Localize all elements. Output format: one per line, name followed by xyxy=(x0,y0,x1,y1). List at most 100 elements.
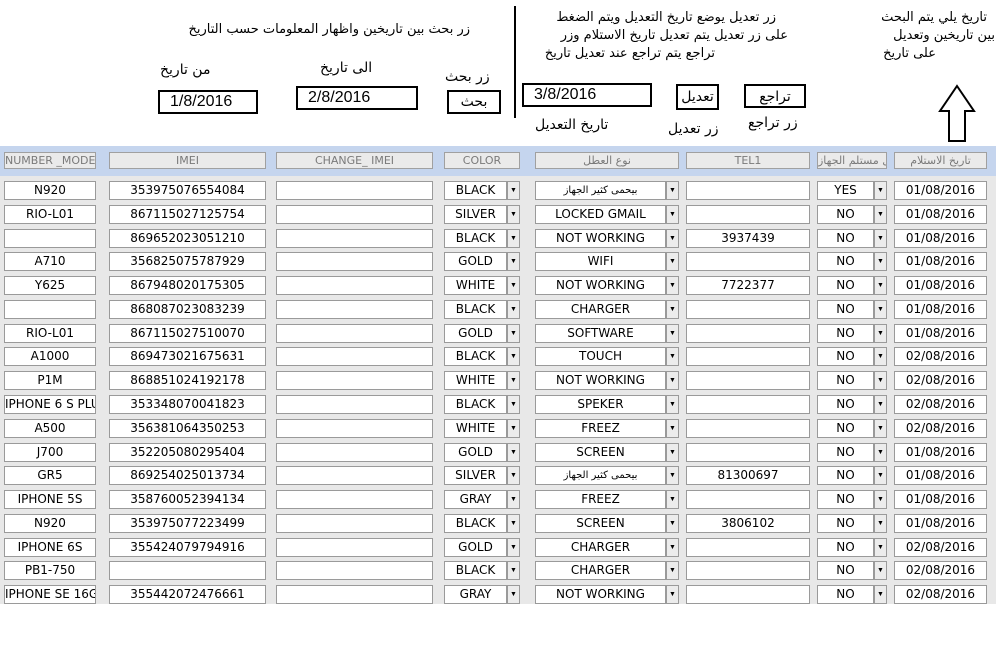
model-cell[interactable]: PB1-750 xyxy=(4,561,96,580)
model-cell[interactable]: IPHONE 5S xyxy=(4,490,96,509)
chevron-down-icon[interactable]: ▼ xyxy=(874,538,887,557)
fault-select[interactable]: SPEKER xyxy=(535,395,666,414)
received-select[interactable]: NO xyxy=(817,252,874,271)
received-select[interactable]: NO xyxy=(817,585,874,604)
from-date-input[interactable]: 1/8/2016 xyxy=(158,90,258,114)
received-date-cell[interactable]: 02/08/2016 xyxy=(894,538,987,557)
imei-cell[interactable]: 867948020175305 xyxy=(109,276,266,295)
received-date-cell[interactable]: 01/08/2016 xyxy=(894,300,987,319)
tel1-cell[interactable] xyxy=(686,181,810,200)
model-cell[interactable]: A710 xyxy=(4,252,96,271)
received-select[interactable]: NO xyxy=(817,514,874,533)
tel1-cell[interactable] xyxy=(686,205,810,224)
chevron-down-icon[interactable]: ▼ xyxy=(874,490,887,509)
fault-select[interactable]: SCREEN xyxy=(535,514,666,533)
received-select[interactable]: NO xyxy=(817,443,874,462)
fault-select[interactable]: LOCKED GMAIL xyxy=(535,205,666,224)
model-cell[interactable]: J700 xyxy=(4,443,96,462)
tel1-cell[interactable] xyxy=(686,300,810,319)
color-select[interactable]: GOLD xyxy=(444,252,507,271)
color-select[interactable]: SILVER xyxy=(444,205,507,224)
change-imei-cell[interactable] xyxy=(276,585,433,604)
model-cell[interactable]: A500 xyxy=(4,419,96,438)
fault-select[interactable]: CHARGER xyxy=(535,300,666,319)
tel1-cell[interactable] xyxy=(686,419,810,438)
received-select[interactable]: NO xyxy=(817,395,874,414)
color-select[interactable]: GRAY xyxy=(444,585,507,604)
tel1-cell[interactable] xyxy=(686,371,810,390)
change-imei-cell[interactable] xyxy=(276,181,433,200)
imei-cell[interactable]: 358760052394134 xyxy=(109,490,266,509)
received-select[interactable]: NO xyxy=(817,490,874,509)
color-select[interactable]: GOLD xyxy=(444,538,507,557)
chevron-down-icon[interactable]: ▼ xyxy=(507,419,520,438)
received-date-cell[interactable]: 01/08/2016 xyxy=(894,276,987,295)
tel1-cell[interactable]: 81300697 xyxy=(686,466,810,485)
received-select[interactable]: NO xyxy=(817,205,874,224)
received-select[interactable]: NO xyxy=(817,466,874,485)
fault-select[interactable]: NOT WORKING xyxy=(535,229,666,248)
change-imei-cell[interactable] xyxy=(276,205,433,224)
chevron-down-icon[interactable]: ▼ xyxy=(874,561,887,580)
model-cell[interactable] xyxy=(4,229,96,248)
chevron-down-icon[interactable]: ▼ xyxy=(666,300,679,319)
tel1-cell[interactable]: 3937439 xyxy=(686,229,810,248)
chevron-down-icon[interactable]: ▼ xyxy=(507,585,520,604)
color-select[interactable]: BLACK xyxy=(444,561,507,580)
tel1-cell[interactable]: 3806102 xyxy=(686,514,810,533)
chevron-down-icon[interactable]: ▼ xyxy=(666,205,679,224)
received-date-cell[interactable]: 02/08/2016 xyxy=(894,371,987,390)
undo-button[interactable]: تراجع xyxy=(744,84,806,108)
fault-select[interactable]: SCREEN xyxy=(535,443,666,462)
chevron-down-icon[interactable]: ▼ xyxy=(666,371,679,390)
imei-cell[interactable]: 355442072476661 xyxy=(109,585,266,604)
received-date-cell[interactable]: 01/08/2016 xyxy=(894,514,987,533)
received-date-cell[interactable]: 02/08/2016 xyxy=(894,395,987,414)
change-imei-cell[interactable] xyxy=(276,252,433,271)
tel1-cell[interactable] xyxy=(686,347,810,366)
chevron-down-icon[interactable]: ▼ xyxy=(507,395,520,414)
change-imei-cell[interactable] xyxy=(276,561,433,580)
change-imei-cell[interactable] xyxy=(276,371,433,390)
tel1-cell[interactable] xyxy=(686,538,810,557)
color-select[interactable]: BLACK xyxy=(444,514,507,533)
fault-select[interactable]: CHARGER xyxy=(535,538,666,557)
chevron-down-icon[interactable]: ▼ xyxy=(666,181,679,200)
model-cell[interactable]: IPHONE SE 16G xyxy=(4,585,96,604)
received-select[interactable]: NO xyxy=(817,538,874,557)
model-cell[interactable]: IPHONE 6 S PLUS xyxy=(4,395,96,414)
imei-cell[interactable] xyxy=(109,561,266,580)
change-imei-cell[interactable] xyxy=(276,419,433,438)
received-select[interactable]: NO xyxy=(817,276,874,295)
tel1-cell[interactable] xyxy=(686,490,810,509)
color-select[interactable]: BLACK xyxy=(444,395,507,414)
chevron-down-icon[interactable]: ▼ xyxy=(874,419,887,438)
model-cell[interactable]: Y625 xyxy=(4,276,96,295)
imei-cell[interactable]: 868087023083239 xyxy=(109,300,266,319)
fault-select[interactable]: CHARGER xyxy=(535,561,666,580)
chevron-down-icon[interactable]: ▼ xyxy=(666,419,679,438)
color-select[interactable]: WHITE xyxy=(444,276,507,295)
chevron-down-icon[interactable]: ▼ xyxy=(507,514,520,533)
chevron-down-icon[interactable]: ▼ xyxy=(507,205,520,224)
received-date-cell[interactable]: 01/08/2016 xyxy=(894,324,987,343)
chevron-down-icon[interactable]: ▼ xyxy=(874,443,887,462)
chevron-down-icon[interactable]: ▼ xyxy=(666,490,679,509)
chevron-down-icon[interactable]: ▼ xyxy=(666,276,679,295)
color-select[interactable]: SILVER xyxy=(444,466,507,485)
imei-cell[interactable]: 352205080295404 xyxy=(109,443,266,462)
imei-cell[interactable]: 356381064350253 xyxy=(109,419,266,438)
received-date-cell[interactable]: 01/08/2016 xyxy=(894,181,987,200)
chevron-down-icon[interactable]: ▼ xyxy=(666,229,679,248)
model-cell[interactable]: IPHONE 6S xyxy=(4,538,96,557)
chevron-down-icon[interactable]: ▼ xyxy=(874,181,887,200)
chevron-down-icon[interactable]: ▼ xyxy=(507,181,520,200)
chevron-down-icon[interactable]: ▼ xyxy=(666,347,679,366)
imei-cell[interactable]: 353348070041823 xyxy=(109,395,266,414)
search-button[interactable]: بحث xyxy=(447,90,501,114)
chevron-down-icon[interactable]: ▼ xyxy=(507,347,520,366)
imei-cell[interactable]: 353975077223499 xyxy=(109,514,266,533)
chevron-down-icon[interactable]: ▼ xyxy=(666,466,679,485)
chevron-down-icon[interactable]: ▼ xyxy=(507,324,520,343)
imei-cell[interactable]: 869473021675631 xyxy=(109,347,266,366)
